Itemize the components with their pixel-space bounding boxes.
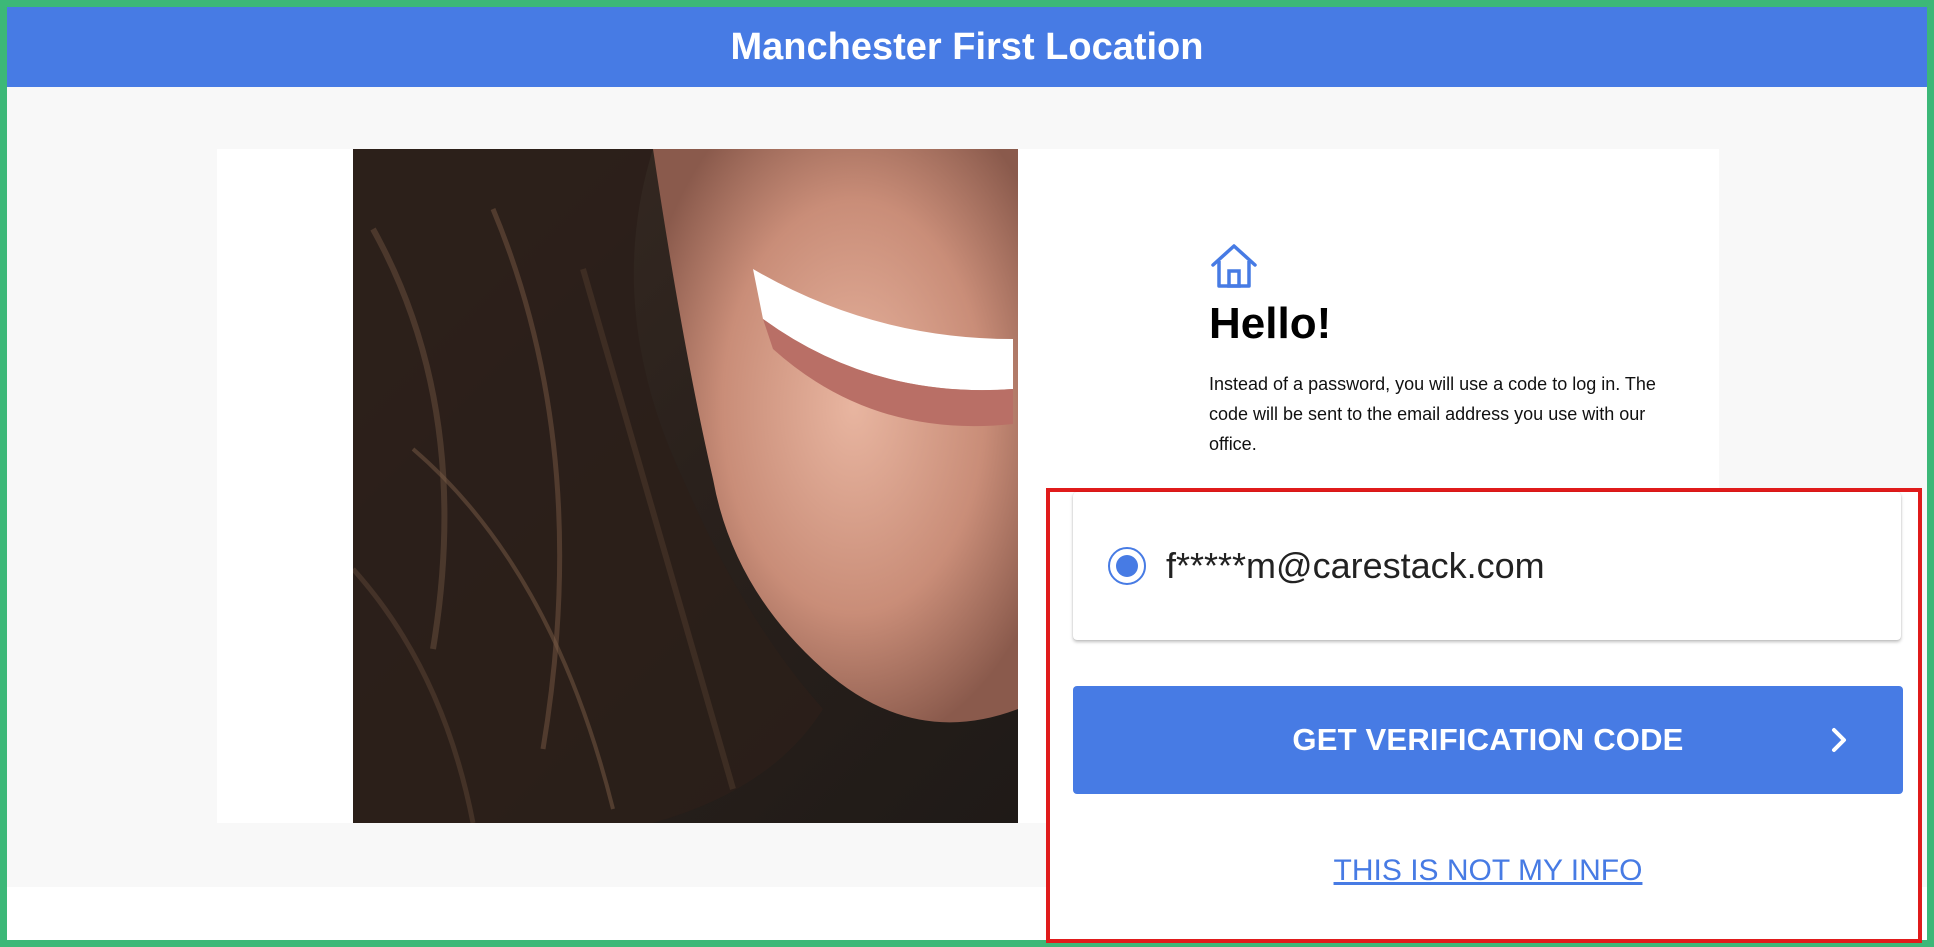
radio-selected-dot — [1116, 555, 1138, 577]
chevron-right-icon — [1832, 728, 1846, 752]
not-my-info-link[interactable]: THIS IS NOT MY INFO — [1073, 854, 1903, 888]
home-icon — [1211, 244, 1257, 288]
page-frame: Manchester First Location Hello! Instead… — [0, 0, 1934, 947]
get-verification-code-button[interactable]: GET VERIFICATION CODE — [1073, 686, 1903, 794]
get-verification-code-label: GET VERIFICATION CODE — [1292, 722, 1684, 757]
highlighted-region: f*****m@carestack.com GET VERIFICATION C… — [1046, 488, 1922, 943]
email-address: f*****m@carestack.com — [1166, 545, 1545, 586]
email-option-card[interactable]: f*****m@carestack.com — [1073, 492, 1901, 640]
greeting-heading: Hello! — [1209, 299, 1332, 348]
email-radio-button[interactable] — [1108, 547, 1146, 585]
login-instructions: Instead of a password, you will use a co… — [1209, 374, 1656, 454]
smiling-woman-photo — [353, 149, 1018, 823]
top-header: Manchester First Location — [7, 7, 1927, 87]
location-title: Manchester First Location — [730, 25, 1204, 68]
